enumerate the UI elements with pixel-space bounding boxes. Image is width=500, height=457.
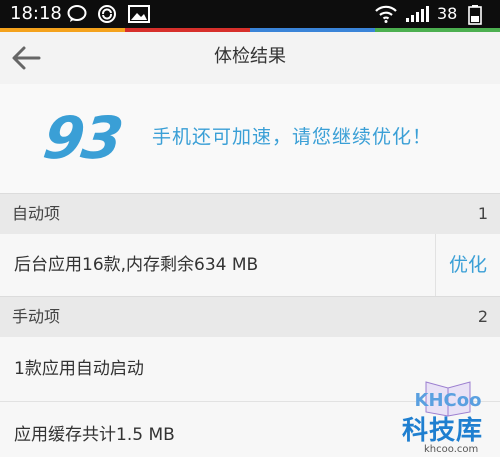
image-icon	[128, 5, 150, 27]
wifi-icon	[374, 5, 398, 27]
item-label: 1款应用自动启动	[14, 359, 144, 379]
chat-bubble-icon	[67, 5, 87, 27]
health-score: 93	[39, 104, 126, 172]
watermark-site: khcoo.com	[424, 444, 479, 455]
section-auto-label: 自动项	[12, 204, 61, 223]
page-title: 体检结果	[214, 46, 286, 67]
sync-icon	[97, 5, 117, 27]
score-panel: 93 手机还可加速，请您继续优化！	[0, 84, 500, 194]
optimize-button-label: 优化	[448, 254, 487, 276]
watermark-name: 科技库	[402, 416, 484, 446]
watermark-logo: KHCoo 科技库 khcoo.com	[396, 378, 500, 457]
optimize-button[interactable]: 优化	[435, 234, 500, 296]
score-message: 手机还可加速，请您继续优化！	[152, 126, 433, 148]
section-auto-count: 1	[477, 204, 488, 223]
item-label: 应用缓存共计1.5 MB	[14, 425, 175, 445]
book-logo-icon: KHCoo	[415, 381, 482, 417]
item-label: 后台应用16款,内存剩余634 MB	[14, 255, 259, 275]
section-manual-count: 2	[477, 307, 488, 326]
section-manual-label: 手动项	[12, 307, 61, 326]
section-manual: 手动项 2	[0, 296, 500, 338]
battery-icon	[468, 5, 482, 29]
status-time: 18:18	[10, 3, 62, 24]
status-bar: 18:18 38	[0, 0, 500, 28]
list-item-background-apps[interactable]: 后台应用16款,内存剩余634 MB 优化	[0, 234, 500, 297]
header: 体检结果	[0, 32, 500, 84]
section-auto: 自动项 1	[0, 193, 500, 235]
signal-icon	[405, 5, 431, 27]
watermark-logo-text: KHCoo	[415, 390, 482, 411]
battery-level: 38	[437, 4, 458, 23]
